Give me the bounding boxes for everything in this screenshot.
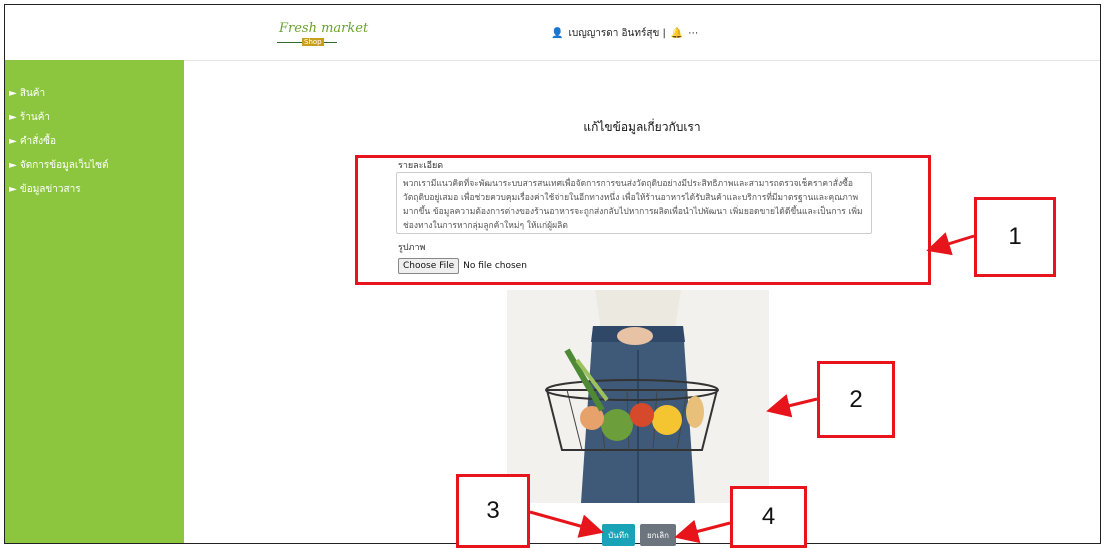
sidebar-item-shops[interactable]: ► ร้านค้า — [5, 106, 184, 130]
logo-text: Fresh market — [279, 21, 369, 36]
sidebar-item-website-management[interactable]: ► จัดการข้อมูลเว็บไซต์ — [5, 154, 184, 178]
logo[interactable]: Fresh market Shop — [275, 17, 368, 51]
user-name[interactable]: เบญญารดา อินทร์สุข | — [568, 26, 665, 41]
about-image — [507, 290, 769, 503]
annotation-label-2: 2 — [817, 361, 895, 438]
annotation-label-3: 3 — [456, 474, 530, 548]
sidebar-item-products[interactable]: ► สินค้า — [5, 82, 184, 106]
user-menu: 👤 เบญญารดา อินทร์สุข | 🔔 ⋯ — [551, 26, 698, 41]
annotation-label-1: 1 — [974, 197, 1056, 277]
user-icon: 👤 — [551, 28, 564, 39]
page-title: แก้ไขข้อมูลเกี่ยวกับเรา — [583, 120, 701, 134]
cancel-button[interactable]: ยกเลิก — [640, 524, 676, 546]
top-navbar: Fresh market Shop 👤 เบญญารดา อินทร์สุข |… — [5, 5, 1100, 61]
sidebar: ► สินค้า ► ร้านค้า ► คำสั่งซื้อ ► จัดการ… — [5, 60, 184, 543]
more-icon[interactable]: ⋯ — [688, 28, 698, 39]
save-button[interactable]: บันทึก — [602, 524, 635, 546]
bell-icon[interactable]: 🔔 — [671, 28, 683, 39]
sidebar-item-orders[interactable]: ► คำสั่งซื้อ — [5, 130, 184, 154]
annotation-label-4: 4 — [730, 486, 807, 548]
sidebar-item-news[interactable]: ► ข้อมูลข่าวสาร — [5, 178, 184, 202]
annotation-box-form — [355, 155, 931, 285]
logo-sub: Shop — [302, 38, 324, 46]
